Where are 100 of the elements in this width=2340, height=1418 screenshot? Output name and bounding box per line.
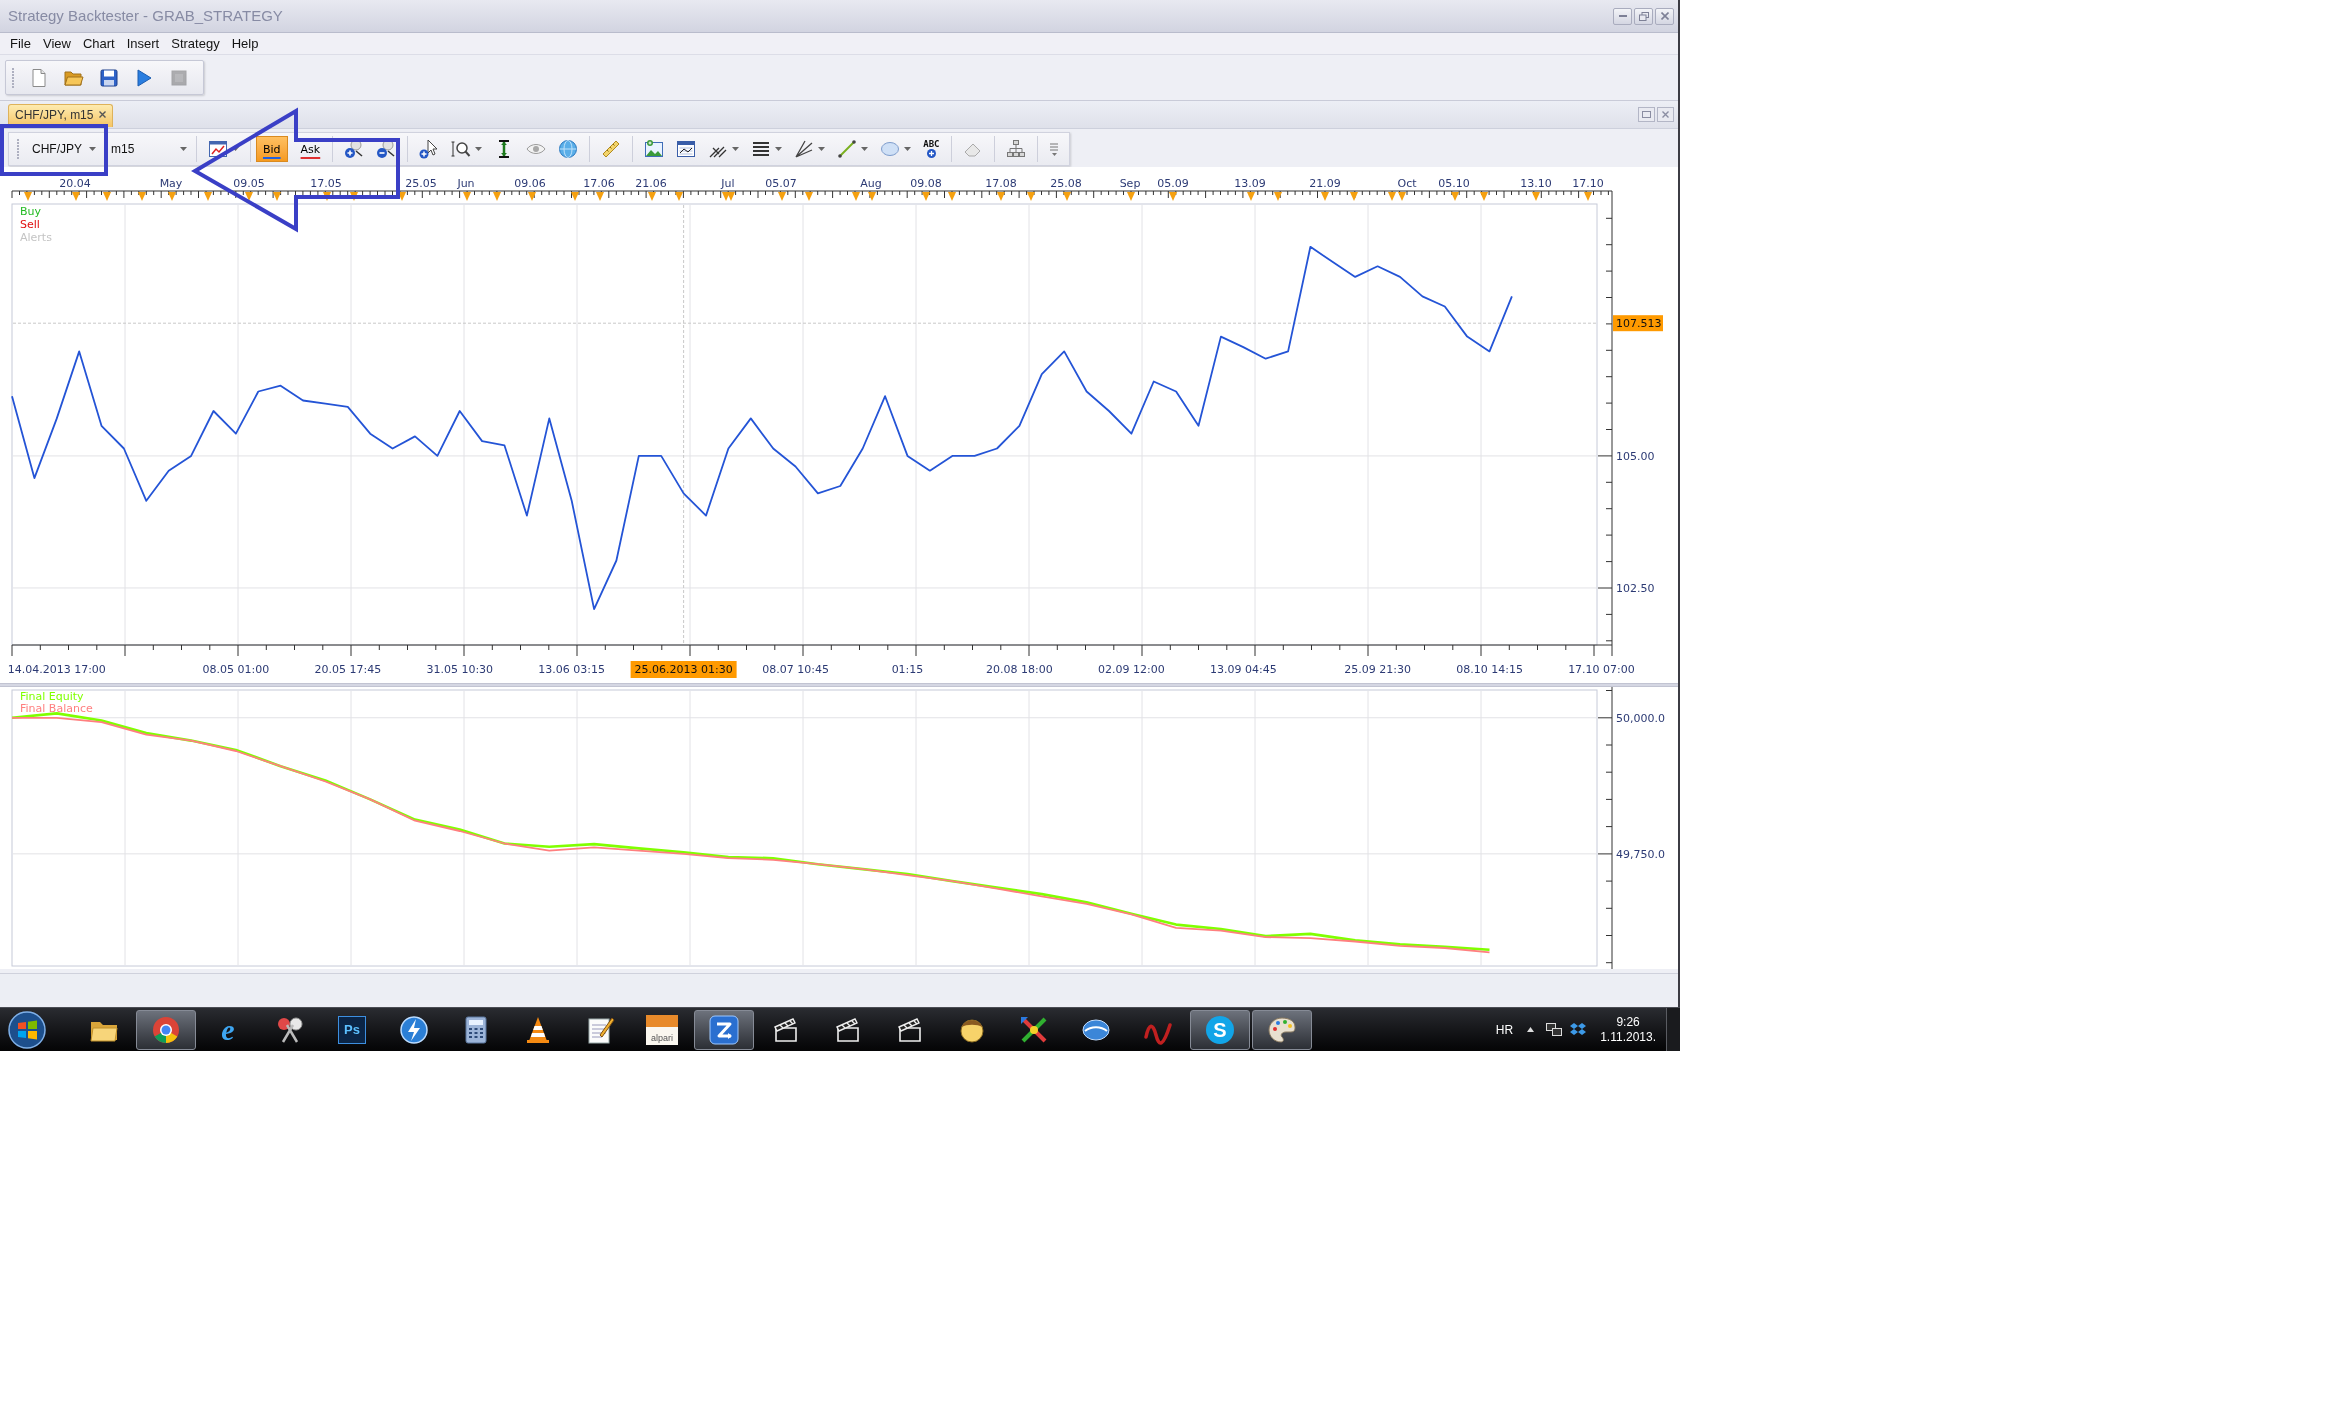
taskbar-button[interactable]: Ps xyxy=(322,1009,382,1050)
magnifier-icon[interactable] xyxy=(451,139,472,159)
caret-icon[interactable] xyxy=(232,147,239,151)
start-orb-icon[interactable] xyxy=(8,1010,46,1049)
close-button[interactable] xyxy=(1655,7,1674,25)
axis-label: 21.09 xyxy=(1309,177,1341,190)
zoom-out-icon[interactable] xyxy=(376,139,397,159)
triangle-marker-icon xyxy=(103,192,111,201)
window-icon[interactable] xyxy=(676,139,697,159)
new-file-icon[interactable] xyxy=(29,67,49,88)
menu-item[interactable]: Strategy xyxy=(165,34,226,53)
restore-button[interactable] xyxy=(1634,7,1653,25)
caret-icon[interactable] xyxy=(861,147,869,151)
lines-icon[interactable] xyxy=(751,139,772,159)
triangle-marker-icon xyxy=(204,192,212,201)
axis-label: 17.10 07:00 xyxy=(1568,663,1635,676)
axis-label: 13.09 xyxy=(1234,177,1266,190)
caret-icon[interactable] xyxy=(180,147,187,151)
up-arrow-icon[interactable] xyxy=(1527,1027,1535,1032)
triangle-marker-icon xyxy=(1584,192,1592,201)
caret-icon[interactable] xyxy=(904,147,912,151)
line-tool-icon[interactable] xyxy=(837,139,858,159)
triangle-marker-icon xyxy=(1274,192,1282,201)
axis-label: Oct xyxy=(1397,177,1417,190)
taskbar-button[interactable] xyxy=(694,1009,754,1050)
caret-icon[interactable] xyxy=(475,147,483,151)
close-button[interactable] xyxy=(1657,107,1674,122)
app-logo: alpari xyxy=(646,1014,678,1045)
menu-item[interactable]: Insert xyxy=(120,34,166,53)
caret-icon[interactable] xyxy=(89,147,96,151)
axis-label: 02.09 12:00 xyxy=(1098,663,1165,676)
menu-item[interactable]: File xyxy=(4,34,37,53)
current-price-label: 107.513 xyxy=(1613,315,1663,332)
show-desktop-button[interactable] xyxy=(1666,1008,1680,1051)
taskbar-button[interactable]: e xyxy=(198,1009,258,1050)
x-cross-icon xyxy=(1019,1014,1049,1045)
restore-icon xyxy=(1638,11,1649,21)
triangle-marker-icon xyxy=(1350,192,1358,201)
maximize-icon xyxy=(1642,111,1651,118)
taskbar-button[interactable]: alpari xyxy=(632,1009,692,1050)
plus-icon xyxy=(926,149,936,158)
clock-time: 9:26 xyxy=(1616,1014,1640,1030)
menu-item[interactable]: Chart xyxy=(76,34,121,53)
axis-label: 17.05 xyxy=(310,177,342,190)
axis-label: 14.04.2013 17:00 xyxy=(7,663,106,676)
axis-label: 05.10 xyxy=(1438,177,1470,190)
maximize-button[interactable] xyxy=(1638,107,1655,122)
triangle-marker-icon xyxy=(948,192,956,201)
image-icon[interactable] xyxy=(644,139,665,159)
axis-label: May xyxy=(159,177,183,190)
lightning-icon xyxy=(399,1014,429,1045)
taskbar-button[interactable] xyxy=(1252,1009,1312,1050)
price-mode-toggle[interactable]: Ask xyxy=(293,136,328,162)
menu-item[interactable]: Help xyxy=(225,34,265,53)
minimize-button[interactable] xyxy=(1613,7,1632,25)
axis-label: Jul xyxy=(721,177,735,190)
period-dropdown[interactable]: m15 xyxy=(99,137,191,161)
triangle-marker-icon xyxy=(1063,192,1071,201)
axis-label: 31.05 10:30 xyxy=(426,663,494,676)
cursor-plus-icon[interactable] xyxy=(419,139,440,159)
axis-label: Sep xyxy=(1119,177,1141,190)
caret-icon[interactable] xyxy=(732,147,740,151)
ruler-icon[interactable] xyxy=(601,139,622,159)
menu-item[interactable]: View xyxy=(36,34,77,53)
minimize-icon xyxy=(1618,15,1627,17)
triangle-marker-icon xyxy=(1027,192,1035,201)
play-icon[interactable] xyxy=(134,67,154,88)
fan-lines-icon[interactable] xyxy=(794,139,815,159)
axis-label: 25.09 21:30 xyxy=(1344,663,1411,676)
legend-label: Alerts xyxy=(20,231,52,244)
price-mode-toggle[interactable]: Bid xyxy=(256,136,288,162)
axis-label: 08.10 14:15 xyxy=(1456,663,1523,676)
axis-label: 20.05 17:45 xyxy=(314,663,382,676)
triangle-marker-icon xyxy=(648,192,656,201)
hierarchy-icon[interactable] xyxy=(1005,139,1026,159)
triangle-marker-icon xyxy=(463,192,471,201)
text-tool-button[interactable]: ABC xyxy=(923,140,940,158)
app-logo: Ps xyxy=(338,1015,366,1044)
axis-label: 05.07 xyxy=(765,177,797,190)
network-icon[interactable] xyxy=(1546,1022,1563,1037)
triangle-marker-icon xyxy=(350,192,358,201)
axis-label: 09.06 xyxy=(514,177,546,190)
legend-label: Final Balance xyxy=(20,702,93,715)
triangle-marker-icon xyxy=(72,192,80,201)
caret-icon[interactable] xyxy=(775,147,783,151)
diamonds-icon[interactable] xyxy=(1570,1022,1587,1037)
clock-date: 1.11.2013. xyxy=(1600,1029,1656,1045)
close-icon[interactable] xyxy=(99,111,107,118)
globe-icon[interactable] xyxy=(558,139,579,159)
triangle-marker-icon xyxy=(24,192,32,201)
axis-label: 08.05 01:00 xyxy=(202,663,270,676)
axis-label: 17.10 xyxy=(1572,177,1604,190)
axis-label: 09.05 xyxy=(233,177,265,190)
zoom-in-icon[interactable] xyxy=(344,139,365,159)
app-logo: S xyxy=(1206,1015,1234,1044)
triangle-marker-icon xyxy=(398,192,406,201)
taskbar-button[interactable] xyxy=(136,1009,196,1050)
language-indicator[interactable]: HR xyxy=(1495,1020,1514,1039)
caret-icon[interactable] xyxy=(818,147,826,151)
app-logo: e xyxy=(221,1014,235,1045)
